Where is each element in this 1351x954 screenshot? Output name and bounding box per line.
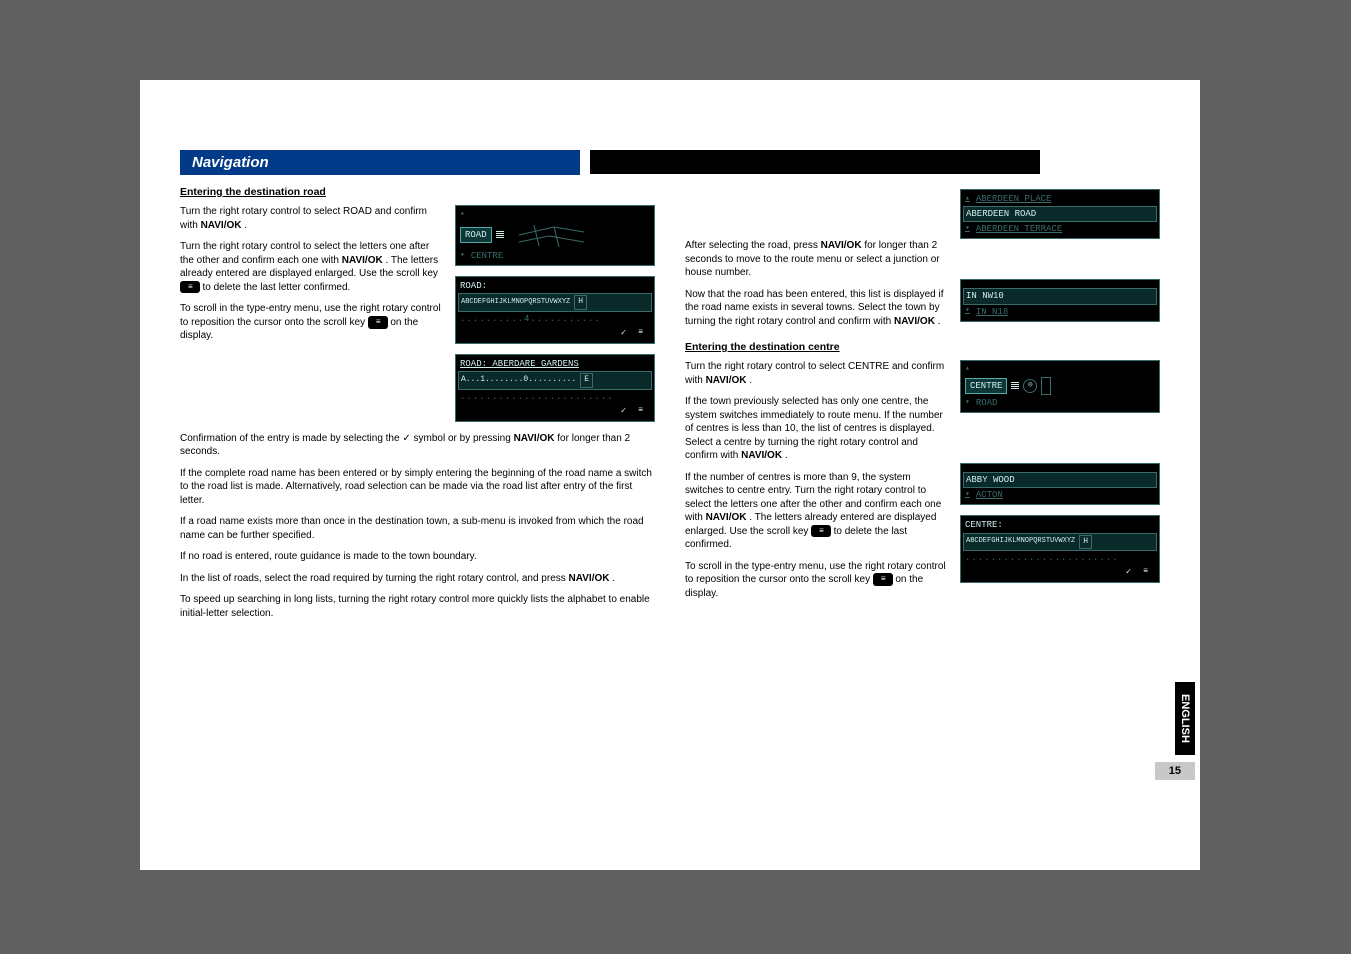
- naviok-label: NAVI/OK: [741, 450, 782, 461]
- text: .: [938, 316, 941, 327]
- naviok-label: NAVI/OK: [569, 573, 610, 584]
- text: If the town previously selected has only…: [685, 396, 943, 461]
- lcd-line: A...1........0..........: [461, 375, 576, 386]
- scroll-key-icon: [1135, 566, 1155, 579]
- lcd-below: CENTRE: [471, 250, 503, 262]
- lcd-dots: ........................: [460, 391, 614, 403]
- check-icon: [621, 327, 626, 340]
- lcd-dots: ..........4...........: [460, 313, 601, 325]
- scroll-key-icon: [180, 281, 200, 294]
- text: .: [612, 573, 615, 584]
- lcd-selected: CENTRE: [965, 378, 1007, 394]
- para: To scroll in the type-entry menu, use th…: [685, 560, 948, 601]
- check-icon: [1126, 566, 1131, 579]
- check-icon: [621, 405, 626, 418]
- naviok-label: NAVI/OK: [706, 512, 747, 523]
- lcd-label: ROAD:: [460, 280, 487, 292]
- lcd-aberdeen-list: ABERDEEN PLACE ABERDEEN ROAD ABERDEEN TE…: [960, 189, 1160, 239]
- para: To speed up searching in long lists, tur…: [180, 593, 655, 620]
- naviok-label: NAVI/OK: [342, 255, 383, 266]
- lcd-alpha: ABCDEFGHIJKLMNOPQRSTUVWXYZ: [461, 298, 570, 307]
- page: Navigation Entering the destination road…: [140, 80, 1200, 870]
- lcd-abby-wood: ABBY WOOD ACTON: [960, 463, 1160, 505]
- lcd-road-alpha: ROAD: ABCDEFGHIJKLMNOPQRSTUVWXYZ H .....…: [455, 276, 655, 344]
- para: Turn the right rotary control to select …: [685, 360, 948, 387]
- language-tab: ENGLISH: [1175, 682, 1195, 755]
- lcd-alpha: ABCDEFGHIJKLMNOPQRSTUVWXYZ: [966, 537, 1075, 546]
- subhead-centre: Entering the destination centre: [685, 340, 1160, 354]
- lcd-in-nw10: IN NW10 IN N18: [960, 279, 1160, 321]
- section-title: Navigation: [180, 150, 580, 175]
- list-icon: [1011, 382, 1019, 389]
- text: Confirmation of the entry is made by sel…: [180, 433, 402, 444]
- text: symbol or by pressing: [414, 433, 514, 444]
- lcd-item: ABERDEEN TERRACE: [976, 223, 1062, 235]
- text: .: [749, 375, 752, 386]
- lcd-dots: ........................: [965, 552, 1119, 564]
- scroll-key-icon: [368, 316, 388, 329]
- text: Turn the right rotary control to select: [685, 361, 848, 372]
- para: If the complete road name has been enter…: [180, 467, 655, 508]
- target-icon: ◎: [1023, 379, 1037, 393]
- title-row: Navigation: [180, 150, 1160, 175]
- scroll-key-icon: [811, 525, 831, 538]
- text: After selecting the road, press: [685, 240, 821, 251]
- para: If the town previously selected has only…: [685, 395, 948, 463]
- para: To scroll in the type-entry menu, use th…: [180, 302, 443, 343]
- lcd-item: ABERDEEN PLACE: [976, 193, 1052, 205]
- scroll-key-icon: [630, 327, 650, 340]
- scroll-key-icon: [630, 405, 650, 418]
- page-number: 15: [1155, 762, 1195, 780]
- lcd-below: ROAD: [976, 397, 998, 409]
- lcd-item-selected: IN NW10: [966, 290, 1004, 302]
- lcd-item-selected: ABERDEEN ROAD: [966, 208, 1036, 220]
- lcd-item-selected: ABBY WOOD: [966, 474, 1015, 486]
- lcd-box-h: H: [1079, 535, 1092, 550]
- naviok-label: NAVI/OK: [821, 240, 862, 251]
- lcd-item: IN N18: [976, 306, 1008, 318]
- para: If no road is entered, route guidance is…: [180, 550, 655, 564]
- lcd-centre-sel: CENTRE ◎ ROAD: [960, 360, 1160, 413]
- lcd-road-map: ROAD CENTRE: [455, 205, 655, 266]
- naviok-label: NAVI/OK: [514, 433, 555, 444]
- lcd-box-h: H: [574, 295, 587, 310]
- naviok-label: NAVI/OK: [894, 316, 935, 327]
- para: If the number of centres is more than 9,…: [685, 471, 948, 552]
- divider-bar: [590, 150, 1040, 174]
- para: Confirmation of the entry is made by sel…: [180, 432, 655, 459]
- scroll-key-icon: [873, 573, 893, 586]
- para: Now that the road has been entered, this…: [685, 288, 948, 329]
- para: Turn the right rotary control to select …: [180, 205, 443, 232]
- para: Turn the right rotary control to select …: [180, 240, 443, 294]
- lcd-label: CENTRE:: [965, 519, 1003, 531]
- text: to delete the last letter confirmed.: [202, 282, 350, 293]
- text-centre: CENTRE: [848, 361, 889, 372]
- text: In the list of roads, select the road re…: [180, 573, 569, 584]
- para: After selecting the road, press NAVI/OK …: [685, 239, 948, 280]
- list-icon: [496, 231, 504, 238]
- text-road: ROAD: [343, 206, 372, 217]
- subhead-road: Entering the destination road: [180, 185, 655, 199]
- lcd-road-aberdare: ROAD: ABERDARE GARDENS A...1........0...…: [455, 354, 655, 422]
- text: Turn the right rotary control to select: [180, 206, 343, 217]
- lcd-selected: ROAD: [460, 227, 492, 243]
- map-preview: [514, 222, 650, 248]
- lcd-item: ACTON: [976, 489, 1003, 501]
- naviok-label: NAVI/OK: [201, 220, 242, 231]
- check-icon: [402, 433, 410, 444]
- naviok-label: NAVI/OK: [706, 375, 747, 386]
- left-column: Entering the destination road Turn the r…: [180, 185, 655, 628]
- para: If a road name exists more than once in …: [180, 515, 655, 542]
- right-column: After selecting the road, press NAVI/OK …: [685, 185, 1160, 628]
- lcd-centre-alpha: CENTRE: ABCDEFGHIJKLMNOPQRSTUVWXYZ H ...…: [960, 515, 1160, 583]
- scroll-icon: [1041, 377, 1051, 395]
- text: .: [785, 450, 788, 461]
- lcd-box-e: E: [580, 373, 593, 388]
- text: .: [244, 220, 247, 231]
- para: In the list of roads, select the road re…: [180, 572, 655, 586]
- lcd-title: ROAD: ABERDARE GARDENS: [460, 358, 579, 370]
